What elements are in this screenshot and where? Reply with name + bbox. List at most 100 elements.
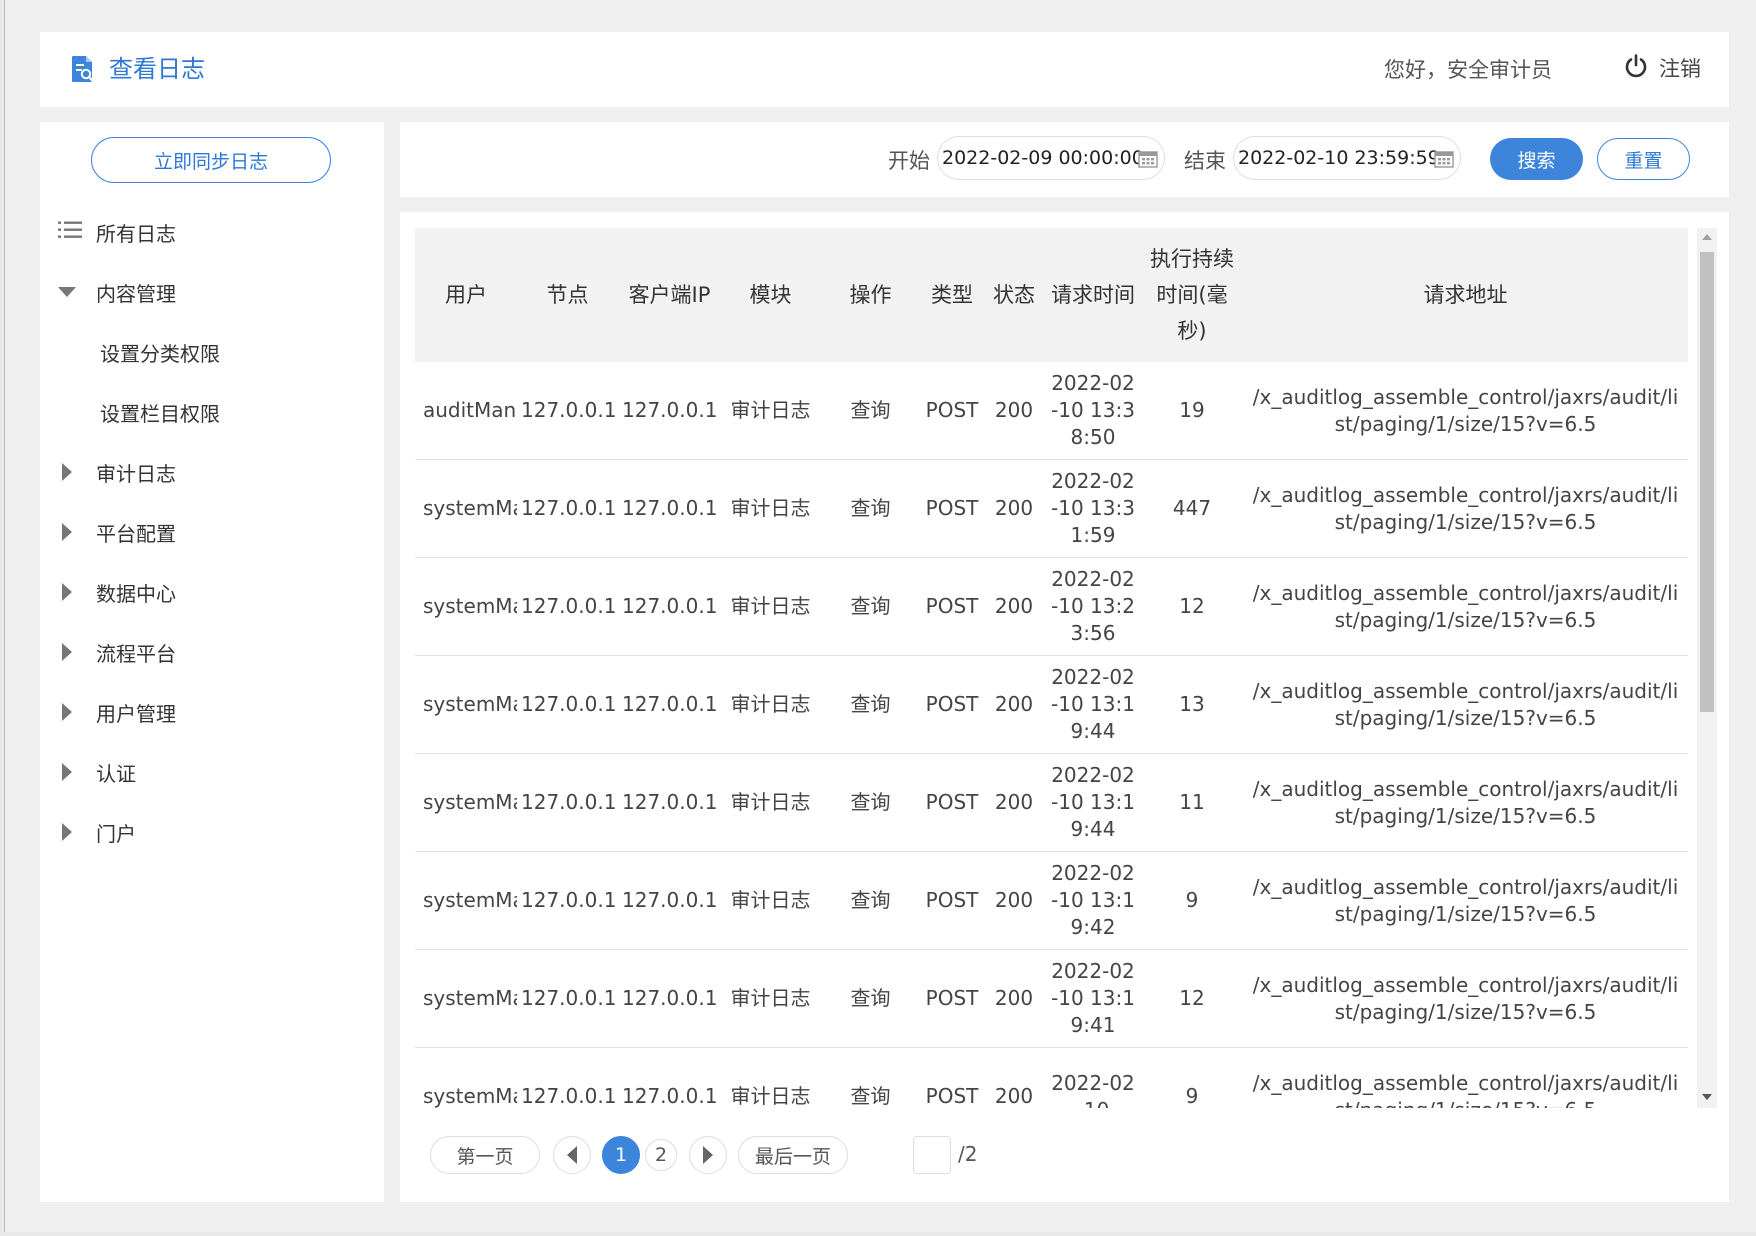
page-number-1[interactable]: 1 bbox=[602, 1136, 640, 1174]
table-scroll-area[interactable]: 用户 节点 客户端IP 模块 操作 类型 状态 请求时间 执行持续时间(毫秒) … bbox=[415, 228, 1695, 1108]
cell-type: POST bbox=[921, 753, 983, 852]
start-date-input[interactable]: 2022-02-09 00:00:00 bbox=[937, 136, 1165, 180]
table-row[interactable]: systemManager127.0.0.1127.0.0.1审计日志查询POS… bbox=[415, 753, 1688, 852]
cell-module: 审计日志 bbox=[721, 753, 820, 852]
cell-node: 127.0.0.1 bbox=[517, 362, 618, 460]
vertical-scrollbar[interactable] bbox=[1697, 228, 1717, 1108]
calendar-icon[interactable] bbox=[1138, 149, 1158, 173]
caret-right-icon bbox=[62, 763, 72, 781]
sidebar-item-label: 设置分类权限 bbox=[100, 341, 220, 366]
cell-module: 审计日志 bbox=[721, 655, 820, 754]
table-row[interactable]: systemManager127.0.0.1127.0.0.1审计日志查询POS… bbox=[415, 459, 1688, 558]
column-header-duration: 执行持续时间(毫秒) bbox=[1141, 228, 1243, 362]
prev-page-button[interactable] bbox=[553, 1136, 591, 1174]
column-header-status: 状态 bbox=[983, 228, 1045, 362]
page-jump-input[interactable] bbox=[913, 1136, 951, 1174]
user-greeting: 您好，安全审计员 bbox=[1384, 58, 1552, 82]
sidebar-item-platform-config[interactable]: 平台配置 bbox=[40, 502, 384, 562]
column-header-client-ip: 客户端IP bbox=[618, 228, 721, 362]
sidebar-item-column-permissions[interactable]: 设置栏目权限 bbox=[40, 382, 384, 442]
sidebar-item-user-management[interactable]: 用户管理 bbox=[40, 682, 384, 742]
caret-right-icon bbox=[62, 823, 72, 841]
sidebar-item-label: 设置栏目权限 bbox=[100, 401, 220, 426]
page-header: 查看日志 您好，安全审计员 注销 bbox=[40, 32, 1729, 107]
cell-request-url: /x_auditlog_assemble_control/jaxrs/audit… bbox=[1243, 753, 1688, 852]
page-number-2[interactable]: 2 bbox=[645, 1139, 677, 1171]
cell-client-ip: 127.0.0.1 bbox=[618, 362, 721, 460]
sidebar-item-label: 数据中心 bbox=[96, 581, 176, 606]
table-row[interactable]: systemManager127.0.0.1127.0.0.1审计日志查询POS… bbox=[415, 851, 1688, 950]
page-total: /2 bbox=[958, 1142, 978, 1166]
cell-client-ip: 127.0.0.1 bbox=[618, 459, 721, 558]
column-header-user: 用户 bbox=[415, 228, 517, 362]
cell-user: systemManager bbox=[415, 753, 517, 852]
cell-duration: 12 bbox=[1141, 557, 1243, 656]
cell-module: 审计日志 bbox=[721, 1047, 820, 1108]
cell-operation: 查询 bbox=[820, 1047, 921, 1108]
sidebar-item-content-management[interactable]: 内容管理 bbox=[40, 262, 384, 322]
cell-request-time: 2022-02-10 13:23:56 bbox=[1045, 557, 1141, 656]
sidebar-item-label: 审计日志 bbox=[96, 461, 176, 486]
table-row[interactable]: systemManager127.0.0.1127.0.0.1审计日志查询POS… bbox=[415, 557, 1688, 656]
cell-duration: 447 bbox=[1141, 459, 1243, 558]
cell-module: 审计日志 bbox=[721, 459, 820, 558]
sidebar-item-authentication[interactable]: 认证 bbox=[40, 742, 384, 802]
sidebar-item-label: 所有日志 bbox=[96, 221, 176, 246]
cell-module: 审计日志 bbox=[721, 557, 820, 656]
sidebar-item-audit-log[interactable]: 审计日志 bbox=[40, 442, 384, 502]
column-header-module: 模块 bbox=[721, 228, 820, 362]
cell-user: systemManager bbox=[415, 1047, 517, 1108]
cell-user: systemManager bbox=[415, 851, 517, 950]
cell-module: 审计日志 bbox=[721, 949, 820, 1048]
cell-operation: 查询 bbox=[820, 362, 921, 460]
scrollbar-thumb[interactable] bbox=[1700, 252, 1714, 712]
cell-type: POST bbox=[921, 459, 983, 558]
table-row[interactable]: systemManager127.0.0.1127.0.0.1审计日志查询POS… bbox=[415, 949, 1688, 1048]
table-header-row: 用户 节点 客户端IP 模块 操作 类型 状态 请求时间 执行持续时间(毫秒) … bbox=[415, 228, 1688, 362]
sidebar-item-all-logs[interactable]: 所有日志 bbox=[40, 202, 384, 262]
first-page-button[interactable]: 第一页 bbox=[430, 1136, 540, 1174]
table-row[interactable]: systemManager127.0.0.1127.0.0.1审计日志查询POS… bbox=[415, 1047, 1688, 1108]
cell-request-time: 2022-02-10 13:38:50 bbox=[1045, 362, 1141, 460]
cell-request-url: /x_auditlog_assemble_control/jaxrs/audit… bbox=[1243, 459, 1688, 558]
reset-button[interactable]: 重置 bbox=[1597, 138, 1690, 180]
sidebar-item-data-center[interactable]: 数据中心 bbox=[40, 562, 384, 622]
logout-button[interactable]: 注销 bbox=[1623, 52, 1701, 84]
sidebar-item-workflow[interactable]: 流程平台 bbox=[40, 622, 384, 682]
last-page-button[interactable]: 最后一页 bbox=[738, 1136, 848, 1174]
search-button[interactable]: 搜索 bbox=[1490, 138, 1583, 180]
end-date-input[interactable]: 2022-02-10 23:59:59 bbox=[1233, 136, 1461, 180]
cell-request-time: 2022-02-10 13:19:44 bbox=[1045, 753, 1141, 852]
cell-request-url: /x_auditlog_assemble_control/jaxrs/audit… bbox=[1243, 851, 1688, 950]
cell-status: 200 bbox=[983, 1047, 1045, 1108]
table-row[interactable]: systemManager127.0.0.1127.0.0.1审计日志查询POS… bbox=[415, 655, 1688, 754]
column-header-type: 类型 bbox=[921, 228, 983, 362]
scroll-up-icon[interactable] bbox=[1702, 234, 1712, 240]
next-page-button[interactable] bbox=[689, 1136, 727, 1174]
sidebar-item-label: 用户管理 bbox=[96, 701, 176, 726]
sidebar-item-portal[interactable]: 门户 bbox=[40, 802, 384, 862]
cell-request-time: 2022-02-10 bbox=[1045, 1047, 1141, 1108]
sidebar-item-label: 平台配置 bbox=[96, 521, 176, 546]
cell-node: 127.0.0.1 bbox=[517, 557, 618, 656]
cell-status: 200 bbox=[983, 362, 1045, 460]
cell-type: POST bbox=[921, 362, 983, 460]
caret-right-icon bbox=[62, 463, 72, 481]
caret-right-icon bbox=[62, 643, 72, 661]
sync-logs-button[interactable]: 立即同步日志 bbox=[91, 137, 331, 183]
cell-type: POST bbox=[921, 949, 983, 1048]
cell-node: 127.0.0.1 bbox=[517, 753, 618, 852]
sidebar-item-label: 门户 bbox=[96, 821, 136, 846]
cell-request-url: /x_auditlog_assemble_control/jaxrs/audit… bbox=[1243, 557, 1688, 656]
cell-operation: 查询 bbox=[820, 949, 921, 1048]
cell-client-ip: 127.0.0.1 bbox=[618, 1047, 721, 1108]
table-row[interactable]: auditMan 127.0.0.1 127.0.0.1 审计日志 查询 POST 200 2… bbox=[415, 362, 1688, 460]
cell-operation: 查询 bbox=[820, 459, 921, 558]
sidebar-item-category-permissions[interactable]: 设置分类权限 bbox=[40, 322, 384, 382]
cell-status: 200 bbox=[983, 851, 1045, 950]
audit-log-table: 用户 节点 客户端IP 模块 操作 类型 状态 请求时间 执行持续时间(毫秒) … bbox=[415, 228, 1688, 1108]
cell-request-url: /x_auditlog_assemble_control/jaxrs/audit… bbox=[1243, 655, 1688, 754]
scroll-down-icon[interactable] bbox=[1702, 1094, 1712, 1100]
cell-status: 200 bbox=[983, 655, 1045, 754]
calendar-icon[interactable] bbox=[1434, 149, 1454, 173]
